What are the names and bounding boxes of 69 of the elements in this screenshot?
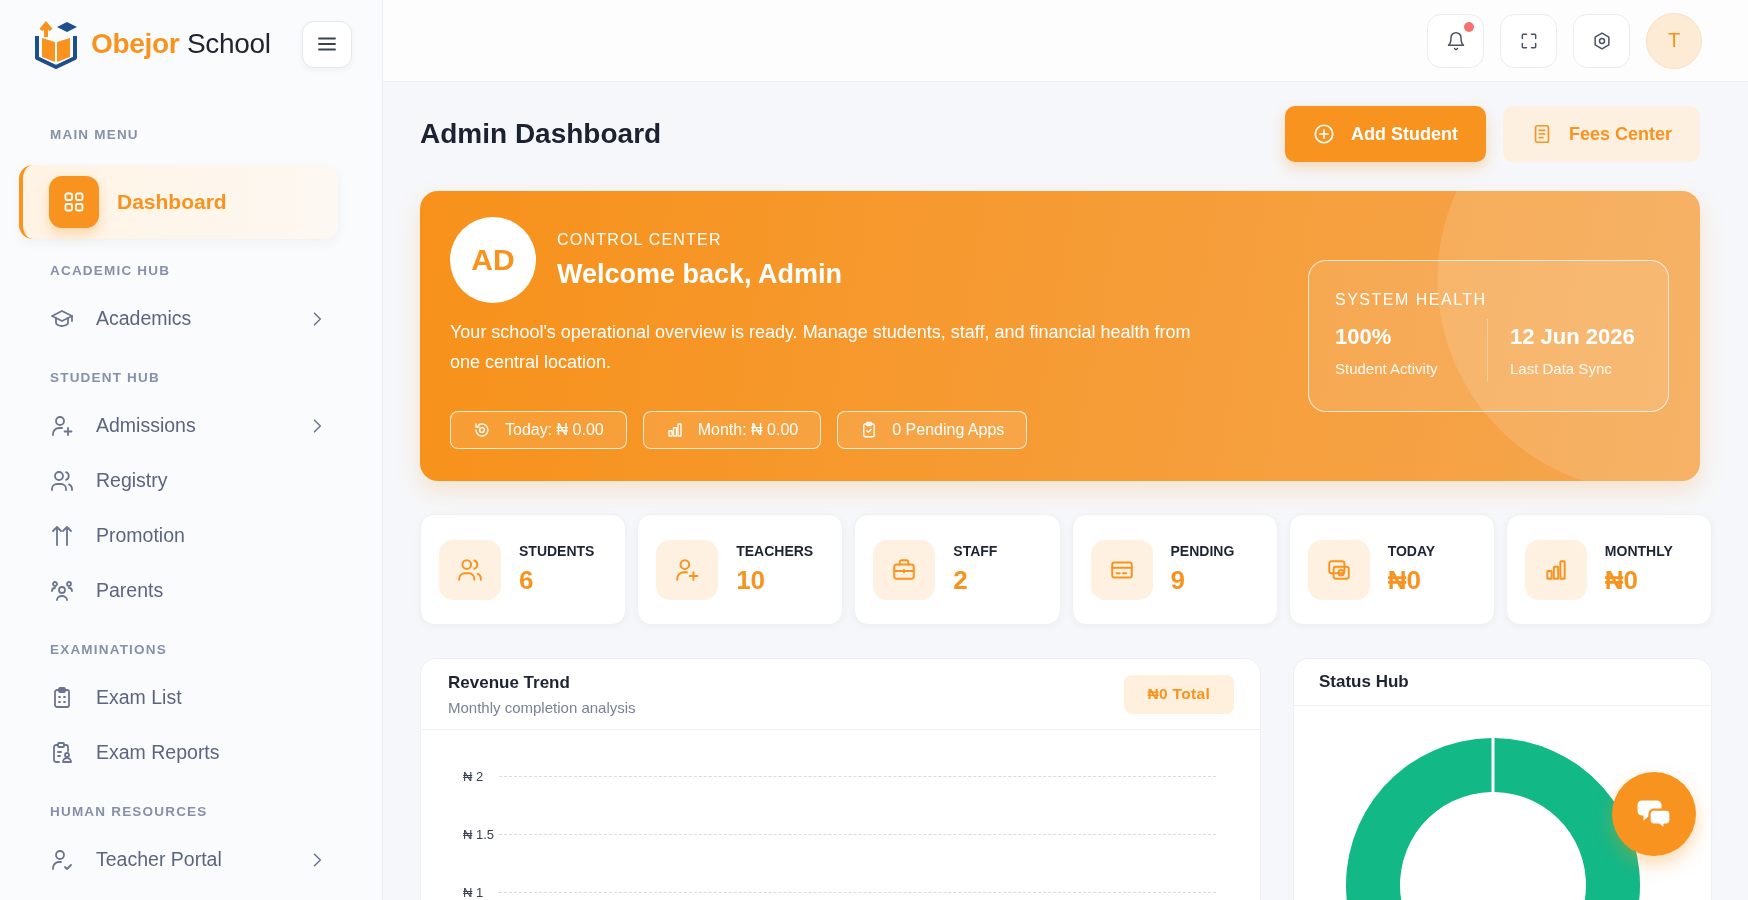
fullscreen-button[interactable] <box>1500 13 1557 68</box>
welcome-title: Welcome back, Admin <box>557 258 843 290</box>
section-heading: STUDENT HUB <box>49 369 161 387</box>
health-heading: SYSTEM HEALTH <box>1335 291 1488 309</box>
stat-value: ₦0 <box>1387 565 1422 596</box>
sidebar-item[interactable]: Exam Reports <box>0 725 338 780</box>
sidebar-item[interactable]: Teacher Portal <box>0 832 338 887</box>
health-value: 100% <box>1335 323 1393 350</box>
section-heading: ACADEMIC HUB <box>49 262 172 280</box>
sidebar-item[interactable]: Exam List <box>0 670 338 725</box>
stat-label: TODAY <box>1387 543 1436 559</box>
sidebar-item[interactable]: Academics <box>0 291 338 346</box>
bell-icon <box>1445 30 1466 51</box>
stat-label: STAFF <box>953 543 998 559</box>
health-value: 12 Jun 2026 <box>1510 323 1635 350</box>
card-title: Status Hub <box>1319 672 1409 692</box>
bar-chart-icon <box>665 421 684 439</box>
health-label: Student Activity <box>1335 359 1439 377</box>
sidebar-item[interactable]: Promotion <box>0 508 338 563</box>
stat-value: 10 <box>736 565 767 596</box>
notifications-button[interactable] <box>1427 13 1484 68</box>
sidebar-item[interactable]: Parents <box>0 563 338 618</box>
axis-label: ₦ 1 <box>463 884 485 900</box>
bar-chart-icon <box>1524 539 1587 600</box>
logo-text: Obejor School <box>91 28 271 60</box>
banner-description: Your school's operational overview is ready. Manage students, staff, and financial health from one central location. <box>450 321 1192 374</box>
stat-value: 2 <box>953 565 969 596</box>
users-icon <box>50 468 74 493</box>
stat-label: TEACHERS <box>736 543 814 559</box>
pill-text: Month: ₦ 0.00 <box>697 421 799 439</box>
briefcase-icon <box>873 539 936 600</box>
admin-avatar: AD <box>450 217 536 303</box>
stat-value: 9 <box>1170 565 1186 596</box>
stat-label: STUDENTS <box>519 543 595 559</box>
stat-value: ₦0 <box>1604 565 1640 596</box>
section-heading: EXAMINATIONS <box>49 641 168 659</box>
user-plus-icon <box>656 539 719 600</box>
card-subtitle: Monthly completion analysis <box>448 698 636 716</box>
total-badge: ₦0 Total <box>1123 674 1234 714</box>
stat-label: PENDING <box>1170 543 1235 559</box>
section-heading: HUMAN RESOURCES <box>49 803 209 821</box>
user-check-icon <box>50 847 74 872</box>
axis-label: ₦ 1.5 <box>463 826 496 842</box>
section-heading: MAIN MENU <box>49 126 140 144</box>
banner-eyebrow: CONTROL CENTER <box>557 230 723 249</box>
sidebar-item[interactable]: Admissions <box>0 398 338 453</box>
pill-text: Today: ₦ 0.00 <box>505 421 604 439</box>
credit-card-icon <box>1090 539 1153 600</box>
up-arrows-icon <box>50 523 74 548</box>
settings-button[interactable] <box>1573 13 1630 68</box>
settings-icon <box>1591 30 1612 51</box>
sidebar-item[interactable]: Registry <box>0 453 338 508</box>
axis-label: ₦ 2 <box>463 768 485 784</box>
pill-text: 0 Pending Apps <box>892 421 1005 439</box>
stat-label: MONTHLY <box>1604 543 1673 559</box>
page-title: Admin Dashboard <box>420 118 662 150</box>
user-plus-icon <box>50 413 74 438</box>
stat-value: 6 <box>519 565 535 596</box>
menu-button[interactable] <box>302 20 352 68</box>
card-title: Revenue Trend <box>448 672 571 693</box>
grid-icon <box>49 176 99 228</box>
coin-icon <box>473 421 491 439</box>
plus-circle-icon <box>1312 123 1335 145</box>
banknotes-icon <box>1307 539 1370 600</box>
school-logo-icon <box>35 19 79 69</box>
clipboard-user-icon <box>50 740 74 765</box>
user-group-icon <box>50 578 74 603</box>
health-label: Last Data Sync <box>1510 359 1613 377</box>
users-icon <box>439 539 501 600</box>
